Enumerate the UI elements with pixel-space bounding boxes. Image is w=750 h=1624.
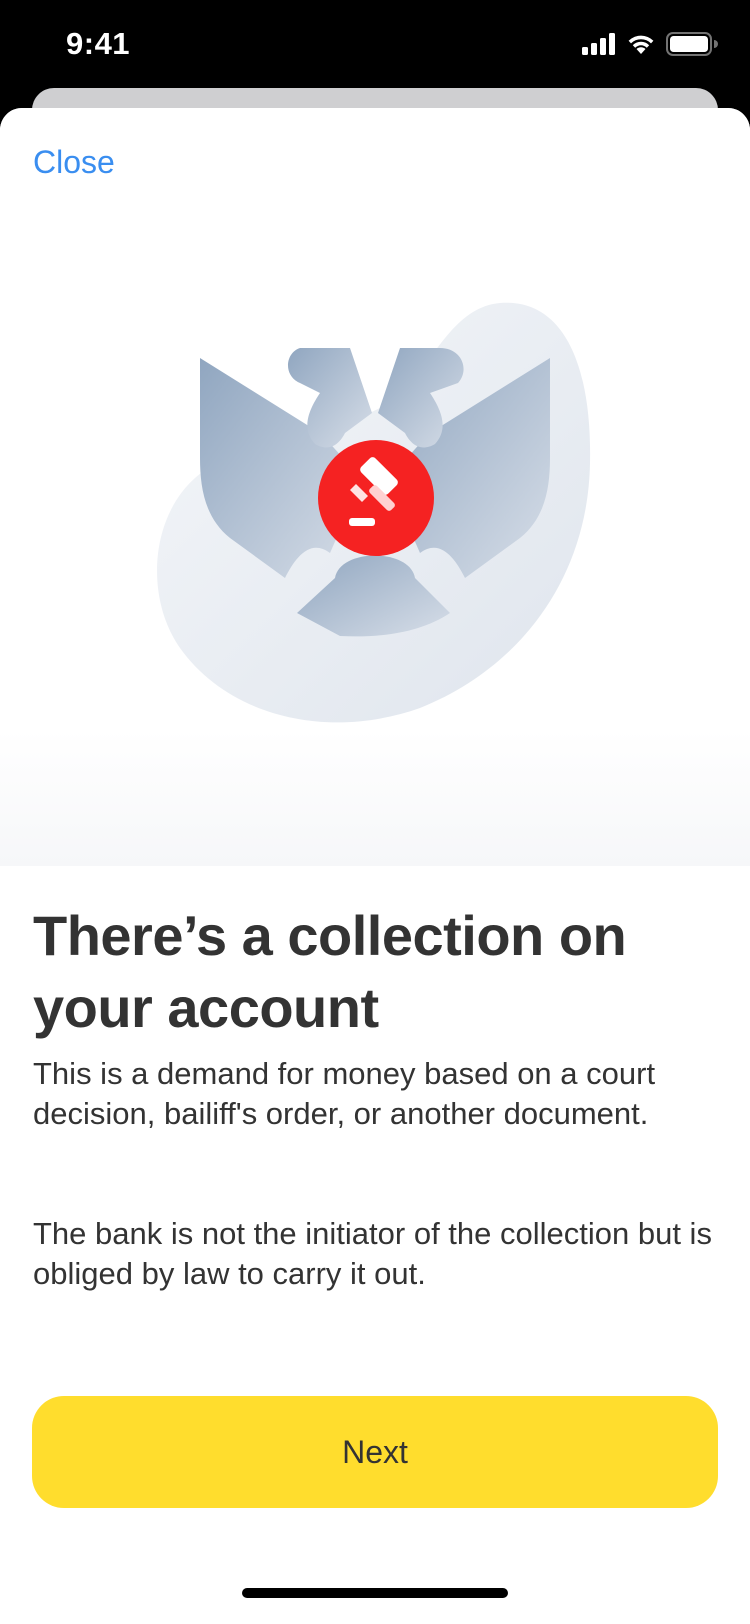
home-indicator[interactable] xyxy=(242,1588,508,1598)
close-button[interactable]: Close xyxy=(33,144,115,181)
device-frame: 9:41 Close There’s a collection on your … xyxy=(0,0,750,1624)
status-time: 9:41 xyxy=(66,26,131,61)
gavel-badge xyxy=(318,440,434,556)
description-paragraph: This is a demand for money based on a co… xyxy=(33,1056,656,1131)
page-title: There’s a collection on your account xyxy=(33,904,627,1039)
description-paragraph: The bank is not the initiator of the col… xyxy=(33,1216,712,1291)
cellular-signal-icon xyxy=(582,32,616,60)
battery-icon xyxy=(666,31,718,61)
collection-info-sheet: Close There’s a collection on your accou… xyxy=(0,108,750,1624)
status-bar: 9:41 xyxy=(0,0,750,90)
status-icons xyxy=(582,31,718,61)
next-button[interactable]: Next xyxy=(32,1396,718,1508)
wifi-icon xyxy=(626,33,656,60)
collection-illustration xyxy=(0,108,750,866)
illustration-graphic xyxy=(157,302,591,723)
